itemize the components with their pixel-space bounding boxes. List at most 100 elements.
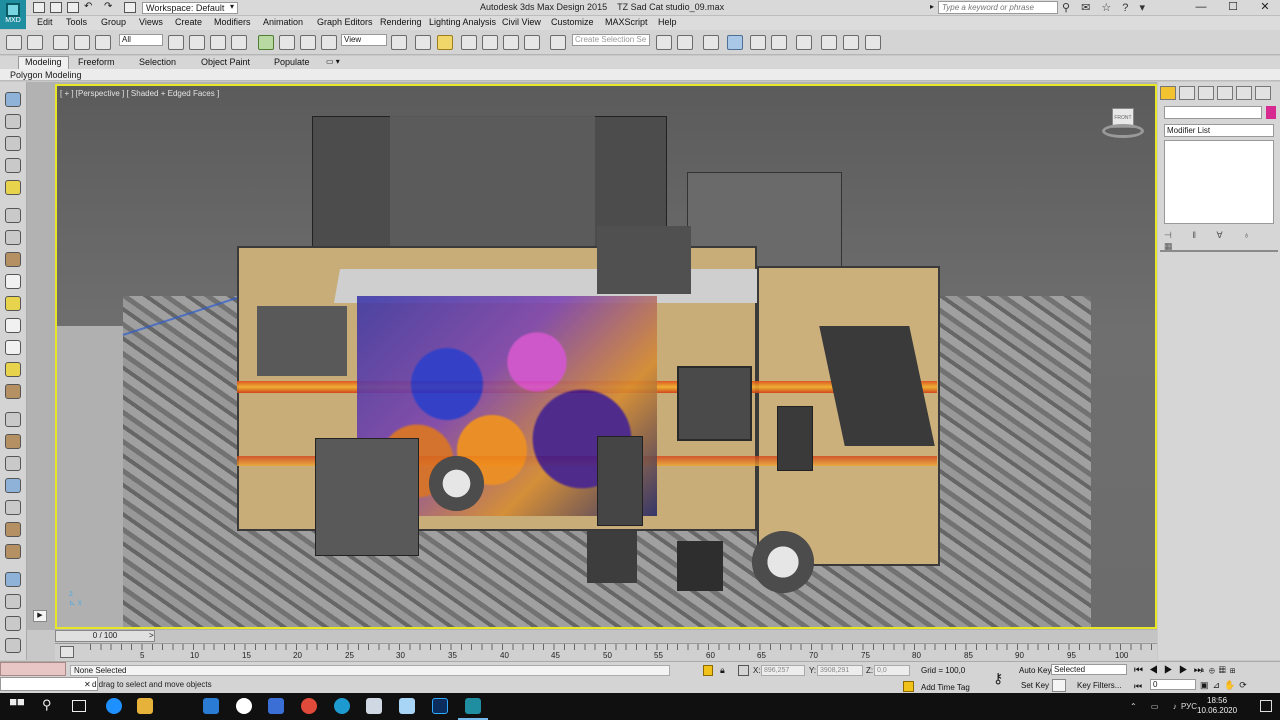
absolute-mode-icon[interactable]	[738, 665, 749, 676]
mirror-icon[interactable]	[656, 35, 672, 50]
search-icon[interactable]: ⚲	[42, 697, 52, 713]
select-and-scale-icon[interactable]	[300, 35, 316, 50]
ocean-icon[interactable]	[5, 572, 21, 587]
menu-group[interactable]: Group	[101, 17, 126, 27]
viewport-label[interactable]: [ + ] [Perspective ] [ Shaded + Edged Fa…	[60, 89, 219, 98]
camera-icon[interactable]	[5, 208, 21, 223]
undo-icon[interactable]	[6, 35, 22, 50]
photoshop-icon[interactable]	[432, 698, 448, 714]
material-sphere-icon[interactable]	[5, 384, 21, 399]
key-mode-dropdown[interactable]: Selected	[1051, 664, 1127, 675]
select-and-rotate-icon[interactable]	[279, 35, 295, 50]
redo-icon[interactable]: ↷	[104, 1, 112, 12]
new-file-icon[interactable]	[33, 2, 45, 13]
project-folder-icon[interactable]	[124, 2, 136, 13]
window-crossing-icon[interactable]	[231, 35, 247, 50]
close-button[interactable]: ✕	[1250, 0, 1280, 16]
select-and-place-icon[interactable]	[321, 35, 337, 50]
time-slider-bar[interactable]: 0 / 100 >	[55, 630, 1157, 642]
x-coordinate-field[interactable]: 896,257	[761, 665, 805, 676]
viewcube[interactable]: FRONT	[1102, 108, 1144, 142]
percent-snap-icon[interactable]	[503, 35, 519, 50]
menu-edit[interactable]: Edit	[37, 17, 53, 27]
layer-manager-icon[interactable]	[703, 35, 719, 50]
light-icon[interactable]	[5, 180, 21, 195]
time-slider[interactable]: 0 / 100	[55, 630, 155, 642]
ribbon-tab-populate[interactable]: Populate	[274, 57, 310, 67]
input-language[interactable]: РУС	[1181, 702, 1197, 711]
viewcube-ring[interactable]	[1102, 124, 1144, 138]
modify-tab-icon[interactable]	[1179, 86, 1195, 100]
stack-buttons[interactable]: ⊣ ‖ ∀ ♁ ▦	[1164, 230, 1274, 251]
ribbon-tab-object-paint[interactable]: Object Paint	[201, 57, 250, 67]
layer-explorer-icon[interactable]	[5, 136, 21, 151]
spinner-snap-icon[interactable]	[524, 35, 540, 50]
menu-lighting-analysis[interactable]: Lighting Analysis	[429, 17, 496, 27]
rectangular-selection-icon[interactable]	[210, 35, 226, 50]
link-icon[interactable]	[53, 35, 69, 50]
workspace-dropdown[interactable]: Workspace: Default	[142, 2, 238, 14]
telegram-icon[interactable]	[334, 698, 350, 714]
undo-icon[interactable]: ↶	[84, 1, 92, 12]
clock[interactable]: 18:56 10.06.2020	[1197, 696, 1237, 716]
pivot-center-icon[interactable]	[391, 35, 407, 50]
viewport-layout-icon[interactable]	[5, 92, 21, 107]
application-button[interactable]: MXD	[0, 0, 26, 29]
snaps-toggle-icon[interactable]	[461, 35, 477, 50]
key-mode-toggle-icon[interactable]: ⏮	[1134, 681, 1142, 692]
grid-icon[interactable]	[5, 594, 21, 609]
save-file-icon[interactable]	[67, 2, 79, 13]
scroll-right-icon[interactable]: ▶	[33, 610, 47, 622]
settings-icon[interactable]	[5, 638, 21, 653]
mail-icon[interactable]	[203, 698, 219, 714]
key-filters-button[interactable]: Key Filters...	[1077, 681, 1121, 690]
ruler-icon[interactable]	[5, 412, 21, 427]
minimize-button[interactable]: —	[1186, 0, 1216, 16]
set-key-icon[interactable]	[1052, 679, 1066, 692]
menu-animation[interactable]: Animation	[263, 17, 303, 27]
modifier-list-dropdown[interactable]: Modifier List	[1164, 124, 1274, 137]
box-primitive-icon[interactable]	[5, 274, 21, 289]
angle-snap-icon[interactable]	[482, 35, 498, 50]
object-name-field[interactable]	[1164, 106, 1262, 119]
utilities-tab-icon[interactable]	[1255, 86, 1271, 100]
key-icon[interactable]: ⚷	[993, 670, 1003, 687]
mini-curve-editor-icon[interactable]	[60, 646, 74, 658]
maxscript-listener-pink[interactable]	[0, 662, 66, 676]
hierarchy-tab-icon[interactable]	[1198, 86, 1214, 100]
ribbon-panel-label[interactable]: Polygon Modeling	[10, 70, 82, 80]
modifier-stack[interactable]	[1164, 140, 1274, 224]
open-file-icon[interactable]	[50, 2, 62, 13]
tree-icon[interactable]	[5, 500, 21, 515]
create-tab-icon[interactable]	[1160, 86, 1176, 100]
named-selection-dropdown[interactable]: Create Selection Se	[572, 34, 650, 46]
globe-icon[interactable]	[5, 478, 21, 493]
unlink-icon[interactable]	[74, 35, 90, 50]
render-setup-icon[interactable]	[821, 35, 837, 50]
calculator-icon[interactable]	[5, 616, 21, 631]
display-tab-icon[interactable]	[1236, 86, 1252, 100]
set-key-button[interactable]: Set Key	[1021, 681, 1049, 690]
menu-customize[interactable]: Customize	[551, 17, 594, 27]
auto-key-button[interactable]: Auto Key	[1019, 666, 1051, 675]
lock-selection-icon[interactable]	[703, 665, 713, 676]
3dsmax-icon[interactable]	[465, 698, 481, 714]
infocenter-icons[interactable]: ⚲ ✉ ☆ ? ▾	[1062, 1, 1149, 14]
ribbon-tab-freeform[interactable]: Freeform	[78, 57, 115, 67]
container-icon[interactable]	[5, 158, 21, 173]
select-object-icon[interactable]	[168, 35, 184, 50]
select-by-name-icon[interactable]	[189, 35, 205, 50]
helper-icon[interactable]	[5, 230, 21, 245]
graphite-toggle-icon[interactable]	[727, 35, 743, 50]
particle-icon[interactable]	[5, 252, 21, 267]
sun-icon[interactable]	[5, 362, 21, 377]
biped-icon[interactable]	[5, 522, 21, 537]
torus-primitive-icon[interactable]	[5, 318, 21, 333]
schematic-view-icon[interactable]	[771, 35, 787, 50]
character-icon[interactable]	[5, 544, 21, 559]
chevron-down-icon[interactable]: ▾	[230, 2, 234, 11]
ribbon-tab-selection[interactable]: Selection	[139, 57, 176, 67]
track-bar[interactable]: 5 10 15 20 25 30 35 40 45 50 55 60 65 70…	[55, 643, 1157, 661]
ribbon-options-icon[interactable]: ▭ ▾	[326, 57, 340, 66]
curve-editor-icon[interactable]	[750, 35, 766, 50]
